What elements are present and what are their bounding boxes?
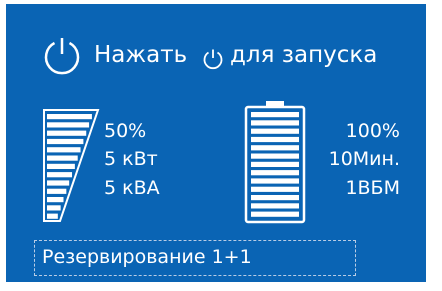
load-bar-segment — [47, 172, 73, 178]
battery-icon — [244, 101, 306, 224]
battery-bar-segment — [251, 195, 299, 201]
load-bar-segment — [47, 213, 58, 219]
battery-percent: 100% — [345, 120, 400, 142]
load-bar-segment — [47, 147, 81, 153]
load-kw: 5 кВт — [104, 148, 158, 170]
battery-bar-segment — [251, 170, 299, 176]
load-bar-segment — [47, 205, 61, 211]
power-icon[interactable] — [42, 36, 82, 76]
start-label: для запуска — [230, 42, 378, 68]
load-bar-segment — [47, 163, 75, 169]
load-bar-segment — [47, 197, 64, 203]
load-bar-segment — [47, 155, 78, 161]
redundancy-mode-text: Резервирование 1+1 — [42, 246, 252, 268]
battery-runtime: 10Мин. — [328, 148, 400, 170]
battery-bar-segment — [251, 211, 299, 217]
battery-bar-segment — [251, 120, 299, 126]
load-bar-segment — [47, 180, 70, 186]
load-kva: 5 кВА — [104, 177, 160, 199]
load-bar-segment — [47, 114, 92, 120]
load-bar-segment — [47, 138, 84, 145]
battery-bar-segment — [251, 178, 299, 184]
load-bar-segment — [47, 122, 90, 128]
battery-bar-segment — [251, 136, 299, 143]
load-percent: 50% — [104, 120, 147, 142]
ups-display-panel: Нажать для запуска 50% 5 кВт 5 кВА 100% … — [6, 4, 426, 282]
battery-bar-segment — [251, 145, 299, 151]
battery-bar-segment — [251, 128, 299, 134]
battery-modules: 1ВБМ — [345, 177, 400, 199]
battery-bar-segment — [251, 153, 299, 159]
battery-bar-segment — [251, 112, 299, 118]
power-icon-inline — [203, 49, 223, 70]
load-bar-segment — [47, 188, 67, 194]
load-bars-icon — [43, 109, 100, 222]
load-bar-segment — [47, 130, 87, 136]
battery-bar-segment — [251, 161, 299, 167]
battery-bar-segment — [251, 203, 299, 209]
battery-bar-segment — [251, 186, 299, 192]
press-label: Нажать — [94, 42, 188, 68]
